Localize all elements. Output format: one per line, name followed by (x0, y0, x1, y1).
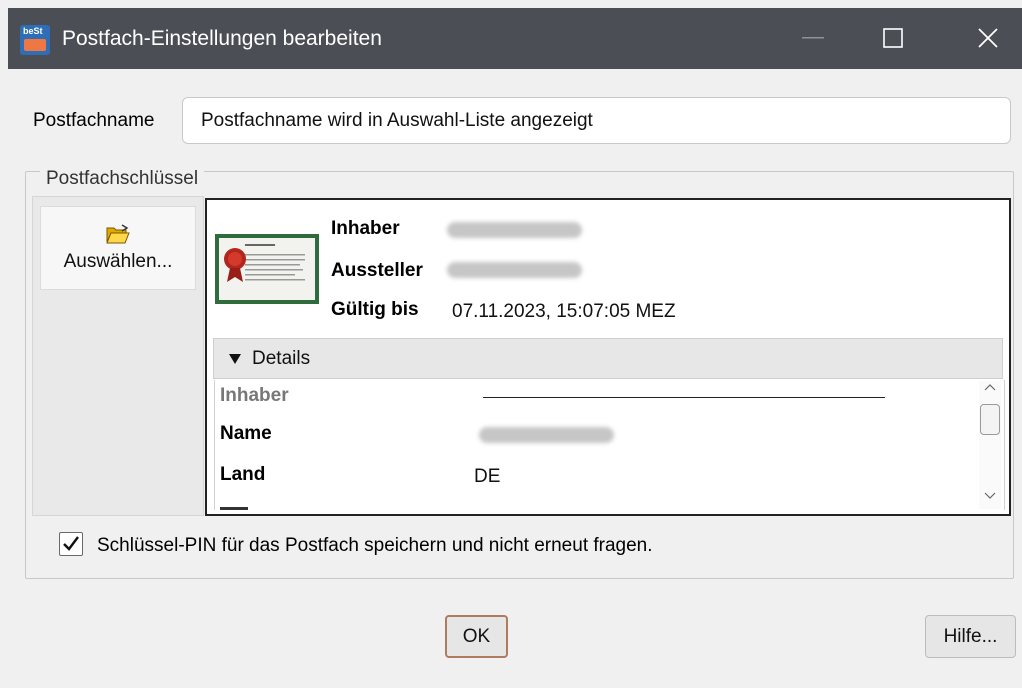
certificate-icon (215, 234, 319, 304)
details-label: Details (252, 347, 311, 369)
valid-until-value: 07.11.2023, 15:07:05 MEZ (452, 301, 676, 322)
app-icon: beSt (20, 25, 50, 55)
help-button[interactable]: Hilfe... (925, 615, 1016, 658)
details-country-label: Land (220, 464, 266, 485)
help-button-label: Hilfe... (943, 625, 998, 647)
save-pin-label: Schlüssel-PIN für das Postfach speichern… (97, 535, 653, 556)
issuer-value-redacted (447, 262, 582, 278)
save-pin-checkbox[interactable] (59, 532, 83, 556)
details-list (214, 380, 1005, 510)
section-divider (483, 397, 885, 398)
mailbox-name-input[interactable]: Postfachname wird in Auswahl-Liste angez… (182, 97, 1011, 144)
window-title: Postfach-Einstellungen bearbeiten (62, 27, 382, 50)
scroll-down-icon[interactable] (984, 492, 996, 500)
ok-button-label: OK (462, 625, 491, 647)
title-bar: beSt Postfach-Einstellungen bearbeiten (8, 8, 1022, 69)
mailbox-name-value: Postfachname wird in Auswahl-Liste angez… (201, 109, 593, 131)
minimize-icon (802, 37, 824, 39)
details-toggle[interactable]: Details (213, 338, 1003, 379)
app-icon-text: beSt (23, 26, 43, 36)
key-group-legend: Postfachschlüssel (40, 168, 205, 190)
maximize-icon (883, 28, 903, 48)
details-name-redacted (479, 427, 614, 443)
issuer-label: Aussteller (331, 260, 423, 281)
details-country-value: DE (474, 466, 501, 487)
folder-open-icon (106, 223, 130, 243)
scroll-thumb[interactable] (980, 404, 1000, 435)
valid-until-label: Gültig bis (331, 299, 419, 320)
close-icon (978, 28, 998, 48)
scroll-up-icon[interactable] (984, 383, 996, 391)
mailbox-name-label: Postfachname (33, 110, 155, 131)
select-key-label: Auswählen... (63, 250, 173, 272)
details-scrollbar[interactable] (979, 381, 1001, 509)
triangle-down-icon (229, 353, 241, 364)
select-key-button[interactable]: Auswählen... (40, 206, 196, 290)
details-section-owner: Inhaber (220, 385, 289, 406)
minimize-button[interactable] (796, 21, 830, 55)
owner-label: Inhaber (331, 218, 400, 239)
details-name-label: Name (220, 423, 272, 444)
ok-button[interactable]: OK (445, 615, 508, 658)
owner-value-redacted (447, 222, 582, 238)
close-button[interactable] (971, 21, 1005, 55)
details-next-row-partial (220, 503, 254, 510)
maximize-button[interactable] (876, 21, 910, 55)
checkmark-icon (63, 536, 79, 551)
